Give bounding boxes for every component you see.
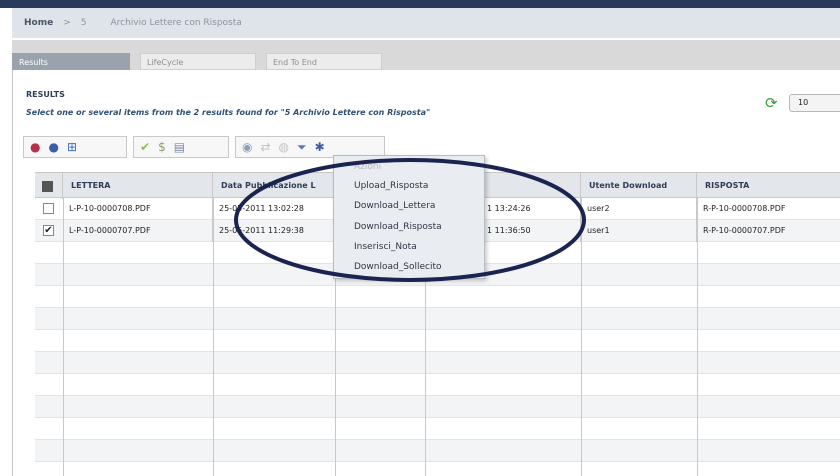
cell-utente: user2 [581,198,697,220]
menu-item-download-risposta[interactable]: Download_Risposta [354,222,442,232]
toolbar-group-people: ● ● ⊞ [23,136,127,158]
menu-item-download-lettera[interactable]: Download_Lettera [354,201,435,211]
empty-row [35,330,840,352]
select-all-checkbox[interactable] [42,181,53,192]
column-divider [581,198,582,476]
header-select-all[interactable] [35,173,63,199]
menu-header-azioni: Azioni [354,162,382,172]
tree-icon[interactable]: ⊞ [67,141,77,153]
export-icon[interactable]: ⇄ [260,141,270,153]
empty-row [35,418,840,440]
cell-lettera: L-P-10-0000707.PDF [63,220,213,242]
results-title: RESULTS [26,90,65,99]
tab-bar: Results LifeCycle End To End [12,40,840,70]
breadcrumb: Home > 5 Archivio Lettere con Risposta [12,8,840,38]
tab-results[interactable]: Results [12,53,130,70]
header-data-pubblicazione[interactable]: Data Pubblicazione L [213,173,335,199]
tab-end-to-end[interactable]: End To End [266,53,382,70]
cell-utente: user1 [581,220,697,242]
empty-row [35,352,840,374]
cell-lettera: L-P-10-0000708.PDF [63,198,213,220]
settings-icon[interactable]: ◍ [279,141,289,153]
header-utente-download[interactable]: Utente Download [581,173,697,199]
menu-item-download-sollecito[interactable]: Download_Sollecito [354,262,441,272]
column-divider [697,198,698,476]
actions-gear-icon[interactable]: ✱ [315,141,325,153]
empty-row [35,440,840,462]
refresh-icon[interactable]: ⟳ [765,94,778,112]
column-divider [213,198,214,476]
breadcrumb-number[interactable]: 5 [81,18,87,28]
actions-dropdown-menu: Azioni Upload_Risposta Download_Lettera … [333,155,485,279]
header-lettera[interactable]: LETTERA [63,173,213,199]
column-divider [63,198,64,476]
groups-icon[interactable]: ● [30,141,40,153]
row-checkbox[interactable] [43,203,54,214]
row-checkbox[interactable]: ✔ [43,225,54,236]
menu-item-inserisci-nota[interactable]: Inserisci_Nota [354,242,417,252]
results-subtitle: Select one or several items from the 2 r… [26,108,431,117]
funnel-icon[interactable]: ⏷ [297,141,307,153]
empty-row [35,396,840,418]
toolbar-group-actions: ✔ $ ▤ [133,136,229,158]
cell-risposta[interactable]: R-P-10-0000708.PDF [697,198,840,220]
header-risposta[interactable]: RISPOSTA [697,173,840,199]
page-size-select[interactable]: 10 ▾ [789,94,840,112]
breadcrumb-section[interactable]: Archivio Lettere con Risposta [110,18,241,28]
empty-row [35,374,840,396]
page-size-value: 10 [798,98,809,107]
top-strip [0,0,840,8]
tab-lifecycle[interactable]: LifeCycle [140,53,256,70]
cell-data-pubblicazione: 25-05-2011 13:02:28 [213,198,335,220]
dollar-icon[interactable]: $ [158,141,166,153]
breadcrumb-home[interactable]: Home [24,18,53,28]
breadcrumb-separator: > [63,18,71,28]
empty-row [35,286,840,308]
users-icon[interactable]: ● [48,141,58,153]
menu-item-upload-risposta[interactable]: Upload_Risposta [354,181,428,191]
cell-risposta[interactable]: R-P-10-0000707.PDF [697,220,840,242]
empty-row [35,308,840,330]
cell-data-pubblicazione: 25-05-2011 11:29:38 [213,220,335,242]
document-icon[interactable]: ▤ [174,141,185,153]
globe-icon[interactable]: ◉ [242,141,252,153]
approve-check-icon[interactable]: ✔ [140,141,150,153]
